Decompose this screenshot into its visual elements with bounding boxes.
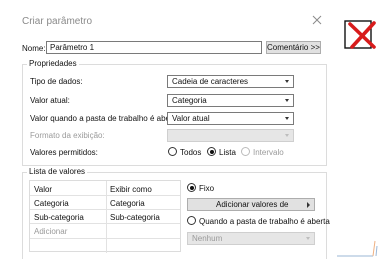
properties-group-label: Propriedades <box>27 59 79 68</box>
chevron-down-icon <box>285 99 289 102</box>
allowed-all-radio[interactable] <box>168 147 177 156</box>
value-list-group-label: Lista de valores <box>27 167 88 176</box>
header-display-as: Exibir como <box>110 185 152 194</box>
dialog-title: Criar parâmetro <box>22 16 93 27</box>
workbook-open-value: Valor atual <box>172 114 210 123</box>
allowed-list-label: Lista <box>219 148 236 157</box>
workbook-open-label: Valor quando a pasta de trabalho é abert… <box>30 114 182 123</box>
red-x-icon <box>343 16 378 51</box>
arrow-right-icon <box>307 202 310 208</box>
allowed-range-label: Intervalo <box>253 148 284 157</box>
allowed-list-radio[interactable] <box>207 147 216 156</box>
current-value-text: Categoria <box>172 96 207 105</box>
name-input[interactable]: Parâmetro 1 <box>46 41 262 54</box>
display-format-label: Formato da exibição: <box>30 131 105 140</box>
close-icon[interactable] <box>311 14 323 26</box>
current-value-select[interactable]: Categoria <box>167 94 294 107</box>
fixed-label: Fixo <box>199 184 215 193</box>
add-values-from-label: Adicionar valores de <box>216 200 289 209</box>
current-value-label: Valor atual: <box>30 96 70 105</box>
chevron-down-icon <box>285 117 289 120</box>
data-type-value: Cadeia de caracteres <box>172 77 249 86</box>
add-row-placeholder[interactable]: Adicionar <box>34 227 67 236</box>
comment-button[interactable]: Comentário >> <box>266 41 321 54</box>
name-label: Nome: <box>22 44 46 53</box>
chevron-down-icon <box>285 80 289 83</box>
chevron-down-icon <box>306 237 310 240</box>
allowed-all-label: Todos <box>180 148 202 157</box>
add-values-from-button[interactable]: Adicionar valores de <box>187 198 315 211</box>
blue-stroke-decoration <box>335 238 381 258</box>
create-parameter-dialog: Criar parâmetro Nome: Parâmetro 1 Coment… <box>0 0 330 259</box>
allowed-values-label: Valores permitidos: <box>30 148 98 157</box>
workbook-open-radio[interactable] <box>187 216 196 225</box>
row-2-display[interactable]: Sub-categoria <box>110 213 160 222</box>
workbook-open-source-value: Nenhum <box>192 234 223 243</box>
value-list-table[interactable]: Valor Exibir como Categoria Categoria Su… <box>29 180 181 253</box>
workbook-open-select[interactable]: Valor atual <box>167 112 294 125</box>
data-type-label: Tipo de dados: <box>30 77 83 86</box>
row-1-display[interactable]: Categoria <box>110 199 145 208</box>
data-type-select[interactable]: Cadeia de caracteres <box>167 75 294 88</box>
allowed-range-radio <box>241 147 250 156</box>
display-format-select <box>167 129 294 142</box>
row-1-value[interactable]: Categoria <box>34 199 69 208</box>
workbook-open-source-select: Nenhum <box>187 232 315 245</box>
workbook-open-option-label: Quando a pasta de trabalho é aberta <box>199 217 330 226</box>
row-2-value[interactable]: Sub-categoria <box>34 213 84 222</box>
chevron-down-icon <box>285 134 289 137</box>
header-value: Valor <box>34 185 53 194</box>
fixed-radio[interactable] <box>187 183 196 192</box>
